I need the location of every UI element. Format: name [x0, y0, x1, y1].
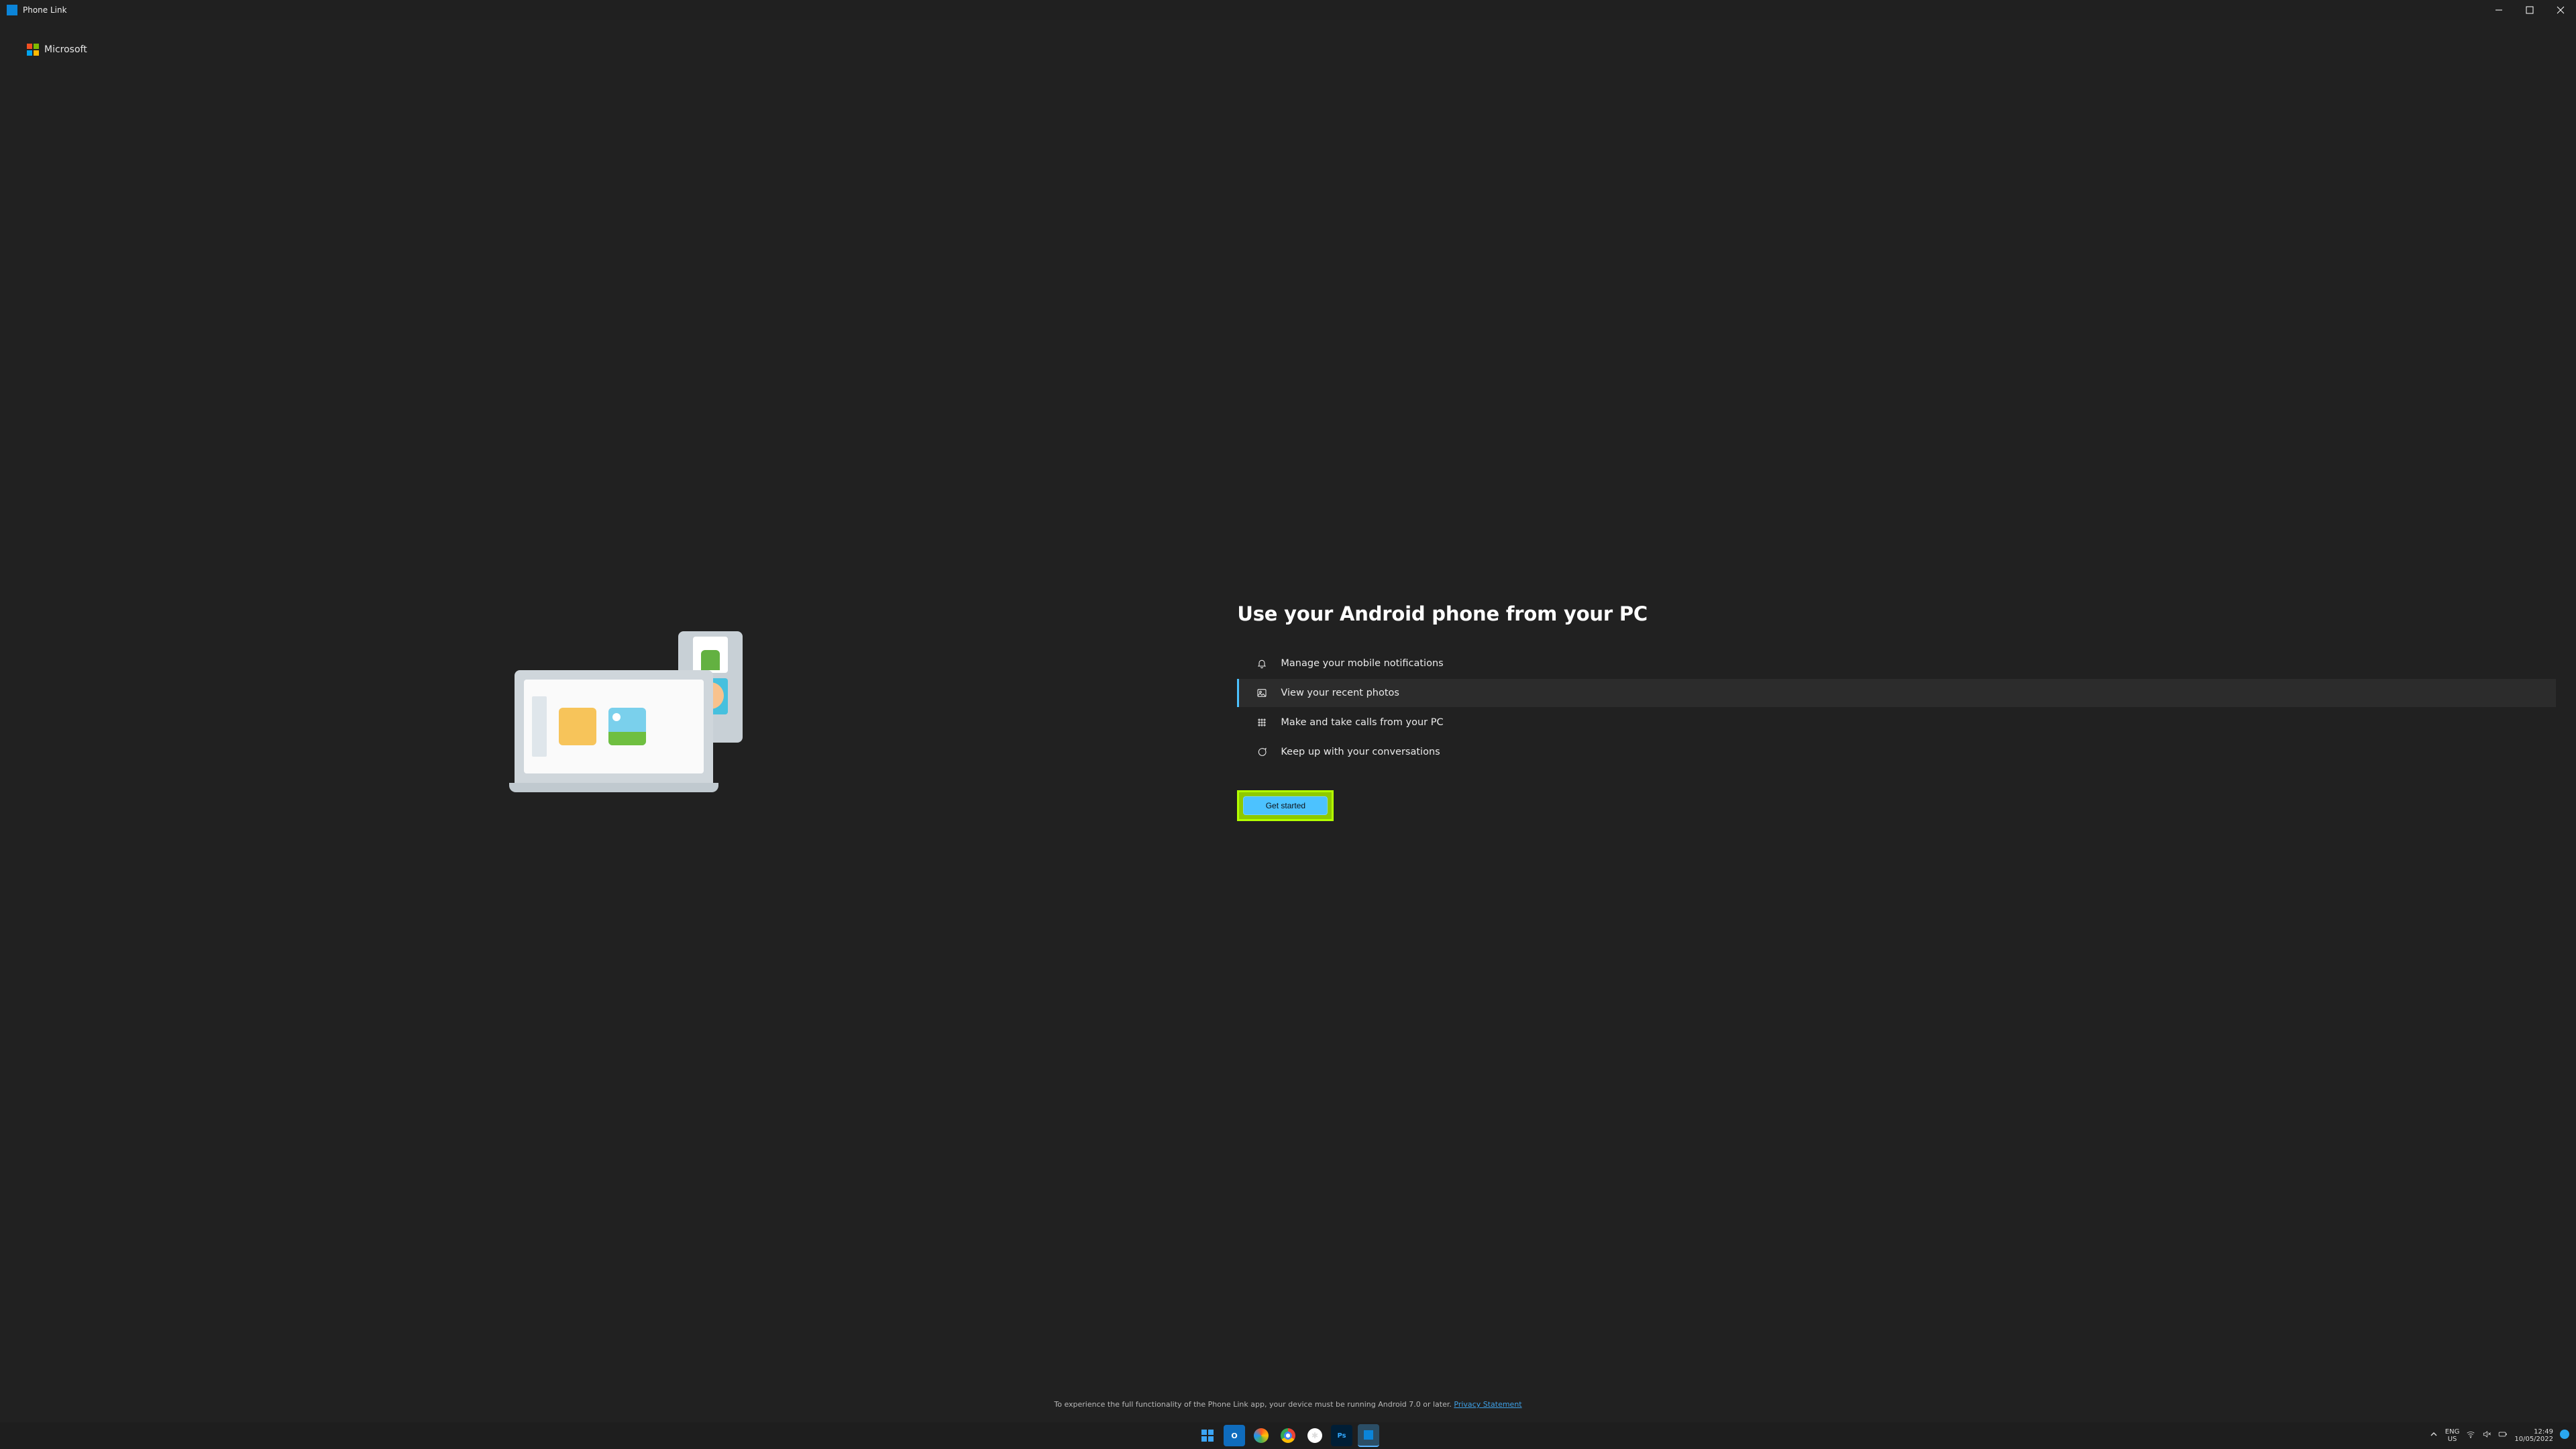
- taskbar-app-photoshop[interactable]: Ps: [1331, 1425, 1352, 1446]
- outlook-icon: O: [1231, 1432, 1237, 1440]
- language-bottom: US: [2445, 1436, 2460, 1443]
- tray-date: 10/05/2022: [2514, 1436, 2553, 1443]
- close-icon: [2556, 5, 2565, 15]
- chevron-up-icon: [2429, 1430, 2438, 1439]
- get-started-button[interactable]: Get started: [1243, 796, 1328, 815]
- feature-label: Make and take calls from your PC: [1281, 717, 1443, 728]
- slack-icon: ✱: [1307, 1428, 1322, 1443]
- microsoft-brand: Microsoft: [0, 20, 2576, 63]
- volume-mute-icon: [2482, 1430, 2491, 1439]
- maximize-icon: [2525, 5, 2534, 15]
- system-tray: ENG US 12:49 10/05/2022: [2429, 1428, 2576, 1443]
- taskbar-app-phone-link[interactable]: [1358, 1424, 1379, 1447]
- feature-conversations[interactable]: Keep up with your conversations: [1237, 738, 2556, 766]
- tray-notifications[interactable]: [2560, 1430, 2569, 1442]
- photoshop-icon: Ps: [1337, 1432, 1346, 1440]
- feature-calls[interactable]: Make and take calls from your PC: [1237, 708, 2556, 737]
- notification-dot-icon: [2560, 1430, 2569, 1439]
- wifi-icon: [2466, 1430, 2475, 1439]
- minimize-icon: [2494, 5, 2504, 15]
- app-icon: [7, 5, 17, 15]
- hero-title: Use your Android phone from your PC: [1237, 602, 2556, 625]
- tray-battery[interactable]: [2498, 1430, 2508, 1442]
- feature-label: Keep up with your conversations: [1281, 747, 1440, 757]
- feature-label: View your recent photos: [1281, 688, 1399, 698]
- windows-icon: [1201, 1429, 1214, 1442]
- laptop-illustration: [515, 670, 713, 792]
- chat-icon: [1255, 747, 1269, 757]
- swirl-icon: [1254, 1428, 1269, 1443]
- start-button[interactable]: [1197, 1425, 1218, 1446]
- footer-text: To experience the full functionality of …: [1054, 1400, 1454, 1409]
- language-top: ENG: [2445, 1428, 2460, 1436]
- dialpad-icon: [1255, 717, 1269, 728]
- tray-overflow-button[interactable]: [2429, 1430, 2438, 1442]
- pitch-panel: Use your Android phone from your PC Mana…: [1237, 602, 2556, 821]
- minimize-button[interactable]: [2483, 0, 2514, 20]
- footer-note: To experience the full functionality of …: [0, 1400, 2576, 1422]
- hero-section: Use your Android phone from your PC Mana…: [0, 63, 2576, 1400]
- taskbar: O ✱ Ps ENG US: [0, 1422, 2576, 1449]
- maximize-button[interactable]: [2514, 0, 2545, 20]
- battery-icon: [2498, 1430, 2508, 1439]
- feature-list: Manage your mobile notifications View yo…: [1237, 649, 2556, 766]
- feature-label: Manage your mobile notifications: [1281, 658, 1443, 669]
- app-title: Phone Link: [23, 5, 67, 15]
- feature-photos[interactable]: View your recent photos: [1237, 679, 2556, 707]
- close-button[interactable]: [2545, 0, 2576, 20]
- tray-clock[interactable]: 12:49 10/05/2022: [2514, 1428, 2553, 1443]
- privacy-link[interactable]: Privacy Statement: [1454, 1400, 1521, 1409]
- tray-time: 12:49: [2514, 1428, 2553, 1436]
- microsoft-logo-icon: [27, 44, 39, 56]
- cta-highlight: Get started: [1237, 790, 1334, 821]
- language-indicator[interactable]: ENG US: [2445, 1428, 2460, 1443]
- taskbar-app-chrome[interactable]: [1277, 1425, 1299, 1446]
- taskbar-app-outlook[interactable]: O: [1224, 1425, 1245, 1446]
- taskbar-center: O ✱ Ps: [1197, 1424, 1379, 1447]
- tray-volume[interactable]: [2482, 1430, 2491, 1442]
- titlebar: Phone Link: [0, 0, 2576, 20]
- taskbar-app-slack[interactable]: ✱: [1304, 1425, 1326, 1446]
- photo-icon: [1255, 688, 1269, 698]
- phone-link-icon: [1364, 1430, 1373, 1440]
- feature-notifications[interactable]: Manage your mobile notifications: [1237, 649, 2556, 678]
- hero-illustration: [20, 631, 1237, 792]
- chrome-icon: [1281, 1428, 1295, 1443]
- taskbar-app-generic-1[interactable]: [1250, 1425, 1272, 1446]
- bell-icon: [1255, 658, 1269, 669]
- tray-wifi[interactable]: [2466, 1430, 2475, 1442]
- app-body: Microsoft: [0, 20, 2576, 1422]
- microsoft-word: Microsoft: [44, 44, 87, 55]
